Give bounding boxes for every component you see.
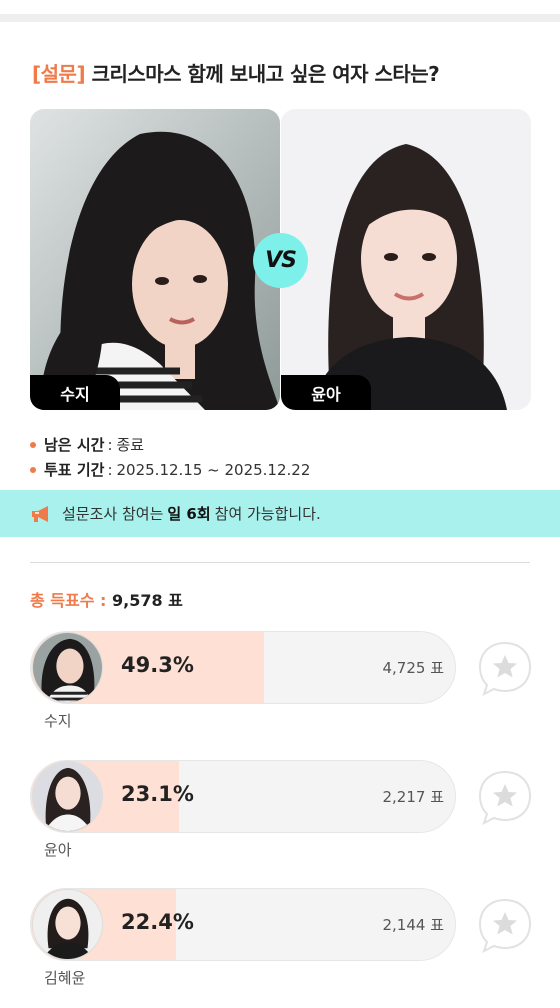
result-row-1: 49.3% 4,725 표 수지 xyxy=(30,631,560,746)
avatar-image xyxy=(33,762,102,831)
result-votes: 4,725 표 xyxy=(382,659,444,677)
total-votes-label: 총 득표수 xyxy=(30,591,95,610)
megaphone-icon xyxy=(32,505,48,522)
result-votes: 2,144 표 xyxy=(382,916,444,934)
result-percent: 49.3% xyxy=(121,653,194,677)
poll-tag: [설문] xyxy=(32,62,86,86)
vs-badge: VS xyxy=(253,233,308,288)
result-row-3: 22.4% 2,144 표 김혜윤 xyxy=(30,888,560,1003)
total-votes-value: 9,578 표 xyxy=(112,591,183,610)
notice-prefix: 설문조사 참여는 xyxy=(62,505,164,523)
section-divider xyxy=(30,562,530,563)
participation-notice: 설문조사 참여는 일 6회 참여 가능합니다. xyxy=(0,490,560,537)
vote-period-value: 2025.12.15 ~ 2025.12.22 xyxy=(116,460,311,479)
poll-title: [설문] 크리스마스 함께 보내고 싶은 여자 스타는? xyxy=(32,58,440,87)
remaining-time-label: 남은 시간 xyxy=(44,436,105,454)
vote-period-row: 투표 기간 : 2025.12.15 ~ 2025.12.22 xyxy=(30,459,310,480)
colon: : xyxy=(107,460,113,479)
contestant-name-left: 수지 xyxy=(30,375,120,410)
notice-highlight: 일 6회 xyxy=(167,505,211,523)
remaining-time-value: 종료 xyxy=(116,436,145,454)
contestant-photo-left[interactable]: 수지 xyxy=(30,109,280,410)
vote-period-label: 투표 기간 xyxy=(44,461,105,479)
avatar-image xyxy=(33,890,102,959)
result-votes: 2,217 표 xyxy=(382,788,444,806)
result-row-2: 23.1% 2,217 표 윤아 xyxy=(30,760,560,875)
avatar xyxy=(32,761,103,832)
star-chat-icon[interactable] xyxy=(476,768,534,826)
result-percent: 22.4% xyxy=(121,910,194,934)
result-name: 김혜윤 xyxy=(44,969,86,987)
top-strip xyxy=(0,0,560,22)
avatar xyxy=(32,632,103,703)
portrait-left-image xyxy=(30,109,280,410)
avatar-image xyxy=(33,633,102,702)
contestant-photo-right[interactable]: 윤아 xyxy=(281,109,531,410)
notice-suffix: 참여 가능합니다. xyxy=(214,505,321,523)
result-percent: 23.1% xyxy=(121,782,194,806)
portrait-right-image xyxy=(281,109,531,410)
top-divider xyxy=(0,14,560,22)
total-votes: 총 득표수 : 9,578 표 xyxy=(30,587,183,611)
colon: : xyxy=(107,435,113,454)
bullet-dot xyxy=(30,466,36,473)
result-name: 수지 xyxy=(44,712,72,730)
result-name: 윤아 xyxy=(44,841,72,859)
remaining-time-row: 남은 시간 : 종료 xyxy=(30,434,144,455)
avatar xyxy=(32,889,103,960)
star-chat-icon[interactable] xyxy=(476,639,534,697)
colon: : xyxy=(100,591,112,610)
poll-question: 크리스마스 함께 보내고 싶은 여자 스타는? xyxy=(91,62,440,86)
bullet-dot xyxy=(30,441,36,448)
star-chat-icon[interactable] xyxy=(476,896,534,954)
contestant-name-right: 윤아 xyxy=(281,375,371,410)
